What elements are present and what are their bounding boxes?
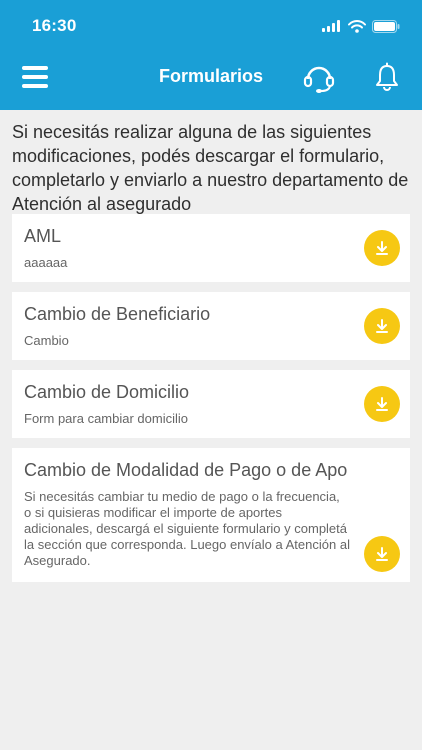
download-icon [376,547,388,561]
download-icon [376,397,388,411]
page-title: Formularios [158,66,264,86]
download-button[interactable] [364,536,400,572]
form-card-cambio-beneficiario[interactable]: Cambio de Beneficiario Cambio [12,292,410,360]
signal-icon [322,20,340,32]
form-description: aaaaaa [24,255,68,270]
forms-list: AML aaaaaa Cambio de Beneficiario Cambio… [0,214,422,582]
wifi-icon [348,19,366,33]
download-icon [376,241,388,255]
form-card-aml[interactable]: AML aaaaaa [12,214,410,282]
status-time: 16:30 [32,16,77,35]
download-button[interactable] [364,308,400,344]
nav-bar: Formularios [0,52,422,104]
form-card-cambio-domicilio[interactable]: Cambio de Domicilio Form para cambiar do… [12,370,410,438]
intro-text: Si necesitás realizar alguna de las sigu… [12,122,409,214]
status-bar: 16:30 [0,0,422,52]
support-headset-icon[interactable] [301,60,337,96]
download-button[interactable] [364,230,400,266]
app-header: 16:30 Formularios [0,0,422,110]
form-card-cambio-modalidad-pago[interactable]: Cambio de Modalidad de Pago o de Apo Si … [12,448,410,582]
download-icon [376,319,388,333]
form-title: Cambio de Domicilio [24,382,190,402]
download-button[interactable] [364,386,400,422]
battery-icon [372,19,400,33]
form-title: AML [24,226,62,246]
form-title: Cambio de Modalidad de Pago o de Apo [24,460,348,480]
bell-icon[interactable] [374,62,400,92]
form-description: Si necesitás cambiar tu medio de pago o … [24,489,350,568]
form-description: Cambio [24,333,69,348]
status-icons [322,19,400,33]
form-description: Form para cambiar domicilio [24,411,188,426]
form-title: Cambio de Beneficiario [24,304,211,324]
